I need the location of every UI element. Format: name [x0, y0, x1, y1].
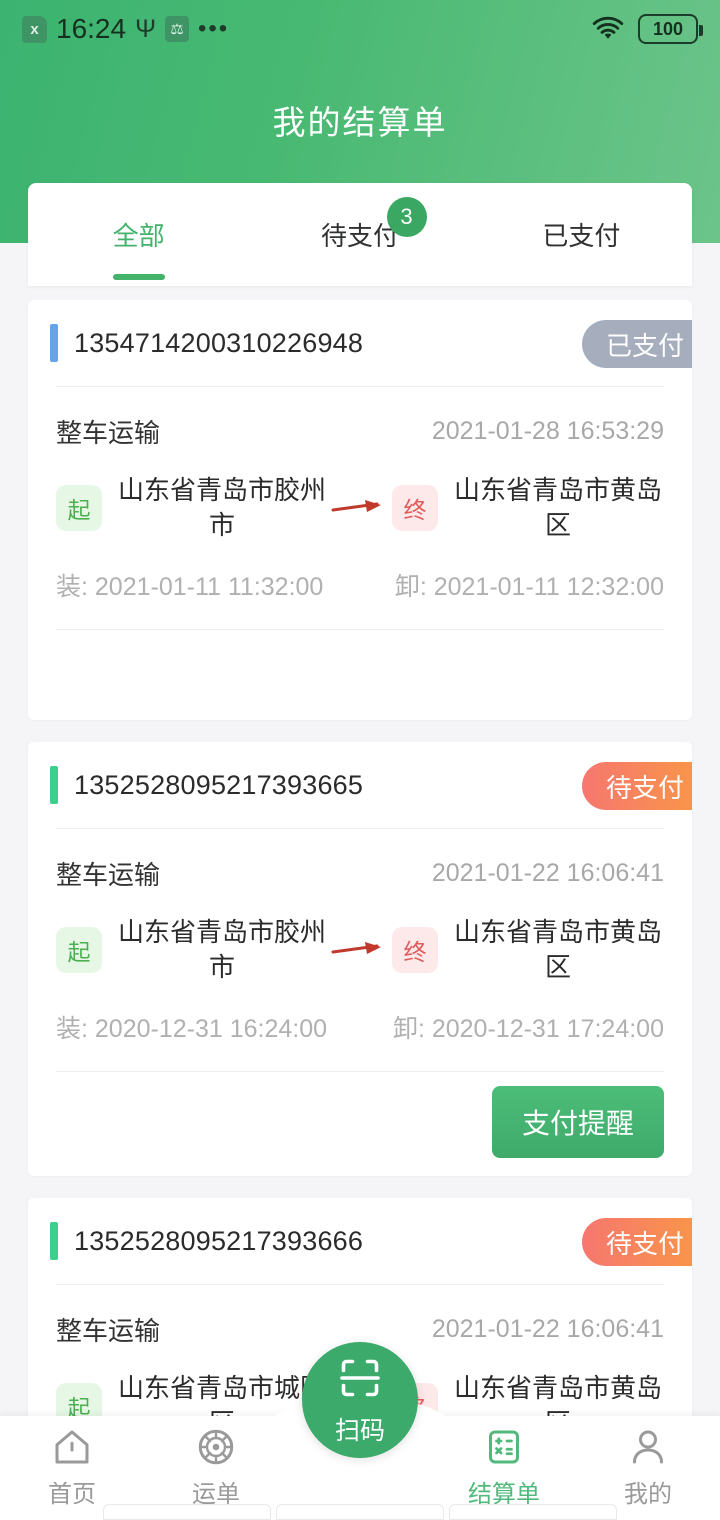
route-arrow-icon: [328, 939, 392, 961]
page-title: 我的结算单: [272, 104, 448, 141]
home-icon: [51, 1426, 93, 1468]
usb-icon: Ψ: [135, 14, 156, 43]
status-bar-right: 100: [589, 14, 703, 44]
card-body: 整车运输 2021-01-28 16:53:29 起 山东省青岛市胶州市 终 山…: [28, 387, 692, 613]
card-header: 1352528095217393666 待支付: [28, 1198, 692, 1284]
tab-paid-label: 已支付: [542, 221, 621, 251]
tab-all[interactable]: 全部: [28, 183, 249, 286]
tab-bar: 全部 待支付 3 已支付: [28, 183, 692, 286]
order-number: 1352528095217393666: [74, 1225, 364, 1256]
settlement-card[interactable]: 1352528095217393665 待支付 整车运输 2021-01-22 …: [28, 742, 692, 1177]
wifi-icon: [589, 14, 627, 44]
load-time: 装: 2021-01-11 11:32:00: [56, 573, 324, 602]
card-type-row: 整车运输 2021-01-28 16:53:29: [56, 401, 664, 461]
origin-address: 山东省青岛市胶州市: [117, 475, 326, 541]
route-destination: 终 山东省青岛市黄岛区: [392, 473, 664, 543]
destination-marker-icon: 终: [392, 485, 438, 532]
scan-qr-icon: [336, 1354, 384, 1409]
card-type-row: 整车运输 2021-01-22 16:06:41: [56, 843, 664, 903]
tab-paid[interactable]: 已支付: [471, 183, 692, 286]
nav-item-mine[interactable]: 我的: [576, 1426, 720, 1509]
scan-fab-button[interactable]: 扫码: [302, 1342, 418, 1458]
wheel-icon: [195, 1426, 237, 1468]
route-origin: 起 山东省青岛市胶州市: [56, 915, 328, 985]
order-number: 1352528095217393665: [74, 769, 364, 800]
destination-address: 山东省青岛市黄岛区: [453, 1373, 662, 1420]
destination-marker-icon: 终: [392, 927, 438, 974]
nav-item-waybill[interactable]: 运单: [144, 1426, 288, 1509]
status-badge: 待支付: [582, 762, 692, 811]
nav-item-settlement[interactable]: 结算单: [432, 1426, 576, 1509]
origin-marker-icon: 起: [56, 485, 102, 532]
load-time: 装: 2020-12-31 16:24:00: [56, 1015, 328, 1044]
card-header: 1352528095217393665 待支付: [28, 742, 692, 828]
origin-marker-icon: 起: [56, 1383, 102, 1420]
transport-type: 整车运输: [56, 1315, 161, 1346]
destination-address: 山东省青岛市黄岛区: [453, 475, 662, 541]
status-bar-clock: 16:24: [56, 13, 127, 44]
more-status-icons: •••: [197, 15, 230, 43]
tab-pending[interactable]: 待支付 3: [249, 183, 470, 286]
card-accent-bar: [50, 324, 58, 362]
card-footer: [28, 630, 692, 720]
route-row: 起 山东省青岛市胶州市 终 山东省青岛市黄岛区: [56, 473, 664, 543]
settlement-card[interactable]: 1354714200310226948 已支付 整车运输 2021-01-28 …: [28, 300, 692, 721]
route-arrow-icon: [328, 497, 392, 519]
battery-indicator: 100: [638, 14, 703, 44]
origin-address: 山东省青岛市胶州市: [117, 917, 326, 983]
transport-type: 整车运输: [56, 859, 161, 890]
card-times-row: 装: 2021-01-11 11:32:00 卸: 2021-01-11 12:…: [56, 567, 664, 613]
android-recents-key[interactable]: [449, 1504, 617, 1520]
card-header: 1354714200310226948 已支付: [28, 300, 692, 386]
android-home-key[interactable]: [276, 1504, 444, 1520]
usb-debug-icon: ⚖: [164, 16, 189, 42]
tab-all-label: 全部: [112, 221, 165, 251]
card-accent-bar: [50, 766, 58, 805]
tabs-card: 全部 待支付 3 已支付: [28, 183, 692, 286]
order-number: 1354714200310226948: [74, 327, 364, 358]
card-times-row: 装: 2020-12-31 16:24:00 卸: 2020-12-31 17:…: [56, 1009, 664, 1055]
create-time: 2021-01-22 16:06:41: [431, 858, 664, 887]
status-bar: x 16:24 Ψ ⚖ ••• 100: [0, 0, 720, 58]
origin-marker-icon: 起: [56, 927, 102, 974]
android-back-key[interactable]: [103, 1504, 271, 1520]
card-body: 整车运输 2021-01-22 16:06:41 起 山东省青岛市胶州市 终 山…: [28, 829, 692, 1055]
tab-pending-badge: 3: [386, 197, 427, 237]
route-origin: 起 山东省青岛市胶州市: [56, 473, 328, 543]
status-bar-left: x 16:24 Ψ ⚖ •••: [22, 13, 229, 45]
settlement-list[interactable]: 1354714200310226948 已支付 整车运输 2021-01-28 …: [0, 300, 720, 1420]
calculator-icon: [483, 1426, 525, 1468]
create-time: 2021-01-22 16:06:41: [431, 1314, 664, 1343]
scan-fab-label: 扫码: [334, 1416, 385, 1445]
app-badge-icon: x: [22, 15, 47, 43]
tab-active-underline: [112, 274, 165, 280]
status-badge: 已支付: [582, 320, 692, 368]
create-time: 2021-01-28 16:53:29: [431, 416, 664, 445]
card-accent-bar: [50, 1222, 58, 1261]
android-navigation-bar: [0, 1498, 720, 1520]
app-root: x 16:24 Ψ ⚖ ••• 100 我的结算单 全部 待支付 3 已支付 1…: [0, 0, 720, 1520]
unload-time: 卸: 2021-01-11 12:32:00: [394, 573, 664, 602]
card-footer: 支付提醒: [28, 1072, 692, 1176]
nav-item-home[interactable]: 首页: [0, 1426, 144, 1509]
payment-reminder-button[interactable]: 支付提醒: [491, 1086, 664, 1159]
transport-type: 整车运输: [56, 417, 161, 448]
status-badge: 待支付: [582, 1218, 692, 1267]
person-icon: [627, 1426, 669, 1468]
route-destination: 终 山东省青岛市黄岛区: [392, 915, 664, 985]
unload-time: 卸: 2020-12-31 17:24:00: [392, 1015, 664, 1044]
route-row: 起 山东省青岛市胶州市 终 山东省青岛市黄岛区: [56, 915, 664, 985]
destination-address: 山东省青岛市黄岛区: [453, 917, 662, 983]
